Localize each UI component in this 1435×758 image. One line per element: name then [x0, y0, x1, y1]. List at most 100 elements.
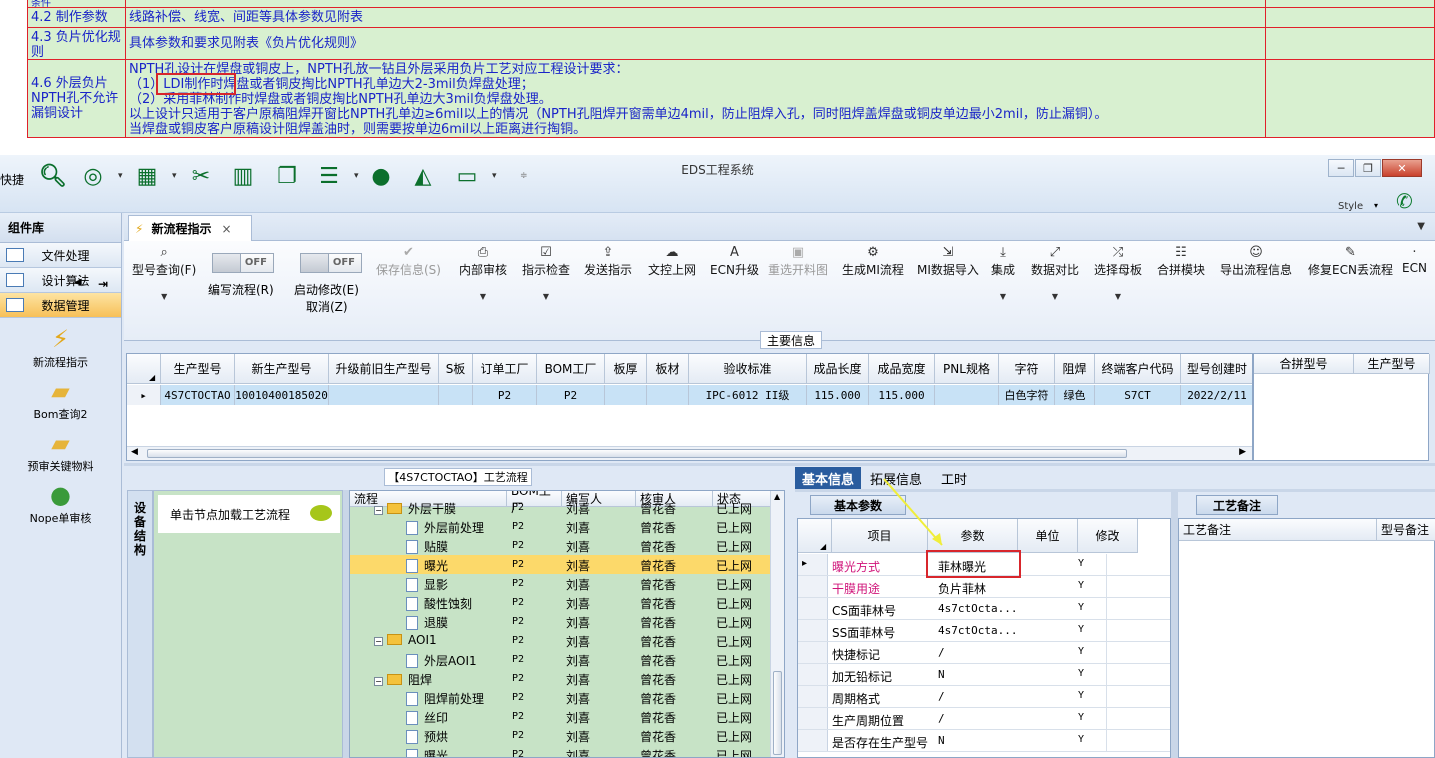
tool-key-materials[interactable]: ▰ 预审关键物料 — [0, 428, 121, 474]
grid-header[interactable]: 型号备注 — [1377, 519, 1435, 541]
ribbon-btn-generate-mi[interactable]: ⚙ 生成MI流程 — [842, 245, 904, 278]
param-value[interactable]: 4s7ctOcta... — [938, 624, 1017, 637]
ribbon-btn-export-info[interactable]: ☺ 导出流程信息 — [1220, 245, 1292, 278]
tree-row[interactable]: − 阻焊 P2 刘喜 曾花香 已上网 — [350, 669, 770, 688]
grid-header[interactable]: 升级前旧生产型号 — [329, 354, 439, 384]
grid-cell[interactable]: 115.000 — [869, 385, 935, 405]
param-value[interactable]: / — [938, 690, 945, 703]
grid-header[interactable]: S板 — [439, 354, 473, 384]
chevron-down-icon[interactable]: ▾ — [1374, 201, 1378, 210]
grid-header[interactable]: PNL规格 — [935, 354, 999, 384]
area-chart-icon[interactable]: ◭ — [410, 163, 436, 189]
grid-header[interactable]: 订单工厂 — [473, 354, 537, 384]
tab-list-dropdown-icon[interactable]: ▼ — [1417, 221, 1425, 232]
grid-header[interactable]: 板材 — [647, 354, 689, 384]
grid-header[interactable]: 生产型号 — [161, 354, 235, 384]
ribbon-btn-reselect-cut[interactable]: ▣ 重选开料图 — [768, 245, 828, 278]
grid-header[interactable]: 字符 — [999, 354, 1055, 384]
chevron-down-icon[interactable]: ▾ — [118, 171, 123, 181]
grid-cell[interactable]: 115.000 — [807, 385, 869, 405]
tree-row[interactable]: 显影 P2 刘喜 曾花香 已上网 — [350, 574, 770, 593]
grid-header[interactable]: 终端客户代码 — [1095, 354, 1181, 384]
ribbon-btn-send[interactable]: ⇪ 发送指示 — [584, 245, 632, 278]
search-icon[interactable]: 🔍︎ — [39, 163, 67, 189]
ribbon-btn-check[interactable]: ☑ 指示检查 ▼ — [522, 245, 570, 301]
ribbon-btn-internal-review[interactable]: ⎙ 内部审核 ▼ — [459, 245, 507, 301]
horizontal-splitter[interactable] — [124, 463, 1435, 466]
scissors-icon[interactable]: ✂ — [188, 163, 214, 189]
grid-cell[interactable] — [605, 385, 647, 405]
param-value[interactable]: N — [938, 668, 945, 681]
tree-row[interactable]: 外层AOI1 P2 刘喜 曾花香 已上网 — [350, 650, 770, 669]
scroll-left-icon[interactable]: ◀ — [131, 447, 138, 457]
grid-cell[interactable] — [935, 385, 999, 405]
grid-cell[interactable]: P2 — [537, 385, 605, 405]
grid-cell[interactable]: 白色字符 — [999, 385, 1055, 405]
params-header[interactable]: 修改 — [1078, 519, 1138, 553]
scroll-right-icon[interactable]: ▶ — [1239, 447, 1246, 457]
grid-cell[interactable]: 绿色 — [1055, 385, 1095, 405]
lifebuoy-icon[interactable]: ◎ — [80, 163, 106, 189]
grid-header[interactable]: 生产型号 — [1354, 354, 1430, 374]
tree-row[interactable]: 阻焊前处理 P2 刘喜 曾花香 已上网 — [350, 688, 770, 707]
grid-cell[interactable]: 10010400185020 — [235, 385, 329, 405]
collapse-icon[interactable]: − — [374, 677, 383, 686]
grid-header[interactable]: 成品宽度 — [869, 354, 935, 384]
param-value[interactable]: N — [938, 734, 945, 747]
ribbon-btn-integrate[interactable]: ⤓ 集成 ▼ — [991, 245, 1015, 301]
tree-row[interactable]: 曝光 P2 刘喜 曾花香 已上网 — [350, 555, 770, 574]
minimize-button[interactable]: ─ — [1328, 159, 1354, 177]
toggle-enable-edit[interactable]: OFF — [300, 253, 362, 273]
ribbon-btn-publish[interactable]: ☁ 文控上网 — [648, 245, 696, 278]
tree-row[interactable]: − AOI1 P2 刘喜 曾花香 已上网 — [350, 631, 770, 650]
tree-row[interactable]: 贴膜 P2 刘喜 曾花香 已上网 — [350, 536, 770, 555]
vertical-splitter[interactable] — [1171, 492, 1178, 758]
param-row[interactable]: 快捷标记 / Y — [798, 642, 1170, 664]
collapse-icon[interactable]: − — [374, 637, 383, 646]
restore-button[interactable]: ❐ — [1355, 159, 1381, 177]
grid-icon[interactable]: ▦ — [134, 163, 160, 189]
grid-header[interactable]: 合拼型号 — [1254, 354, 1354, 374]
nav-data-management[interactable]: 数据管理 — [0, 293, 121, 318]
scroll-thumb[interactable] — [147, 449, 1127, 458]
tab-new-process[interactable]: ⚡ 新流程指示 × — [128, 215, 252, 241]
clipboard-icon[interactable]: ❐ — [274, 163, 300, 189]
row-indicator-icon[interactable]: ▸ — [127, 385, 161, 405]
tree-row[interactable]: 酸性蚀刻 P2 刘喜 曾花香 已上网 — [350, 593, 770, 612]
ribbon-btn-model-query[interactable]: ⌕ 型号查询(F) ▼ — [132, 245, 196, 301]
grid-header[interactable]: BOM工厂 — [537, 354, 605, 384]
grid-cell[interactable] — [329, 385, 439, 405]
ribbon-btn-ecn-upgrade[interactable]: A ECN升级 — [710, 245, 759, 278]
param-row[interactable]: 生产周期位置 / Y — [798, 708, 1170, 730]
param-row[interactable]: SS面菲林号 4s7ctOcta... Y — [798, 620, 1170, 642]
grid-cell[interactable]: 2022/2/11 — [1181, 385, 1252, 405]
laptop-icon[interactable]: ▭ — [454, 163, 480, 189]
tree-row[interactable]: 退膜 P2 刘喜 曾花香 已上网 — [350, 612, 770, 631]
tree-row[interactable]: − 外层干膜 P2 刘喜 曾花香 已上网 — [350, 498, 770, 517]
collapse-left-icon[interactable]: ◀ — [74, 277, 82, 288]
grid-cell[interactable]: P2 — [473, 385, 537, 405]
grid-cell[interactable]: IPC-6012 II级 — [689, 385, 807, 405]
list-icon[interactable]: ☰ — [316, 163, 342, 189]
nav-file-processing[interactable]: 文件处理 — [0, 243, 121, 268]
ribbon-btn-compare[interactable]: ⤢ 数据对比 ▼ — [1031, 245, 1079, 301]
film-icon[interactable]: ▥ — [230, 163, 256, 189]
toggle-write-process[interactable]: OFF — [212, 253, 274, 273]
grid-header[interactable]: 新生产型号 — [235, 354, 329, 384]
grid-horizontal-scrollbar[interactable]: ◀ ▶ — [127, 446, 1252, 460]
param-row[interactable]: 加无铅标记 N Y — [798, 664, 1170, 686]
chevron-down-icon[interactable]: ▾ — [172, 171, 177, 181]
ribbon-btn-save[interactable]: ✔ 保存信息(S) — [376, 245, 441, 278]
tree-row[interactable]: 预烘 P2 刘喜 曾花香 已上网 — [350, 726, 770, 745]
grid-header[interactable]: 型号创建时 — [1181, 354, 1252, 384]
grid-header[interactable]: 验收标准 — [689, 354, 807, 384]
params-header[interactable]: 单位 — [1018, 519, 1078, 553]
tree-vertical-scrollbar[interactable]: ▲ — [770, 491, 784, 757]
tab-close-icon[interactable]: × — [221, 222, 231, 236]
pin-icon[interactable]: ⇥ — [98, 277, 108, 291]
collapse-icon[interactable]: − — [374, 506, 383, 515]
param-value[interactable]: 4s7ctOcta... — [938, 602, 1017, 615]
equipment-structure-tab[interactable]: 设备结构 — [127, 490, 153, 758]
ribbon-btn-ecn-more[interactable]: · ECN — [1402, 245, 1427, 275]
close-button[interactable]: ✕ — [1382, 159, 1422, 177]
